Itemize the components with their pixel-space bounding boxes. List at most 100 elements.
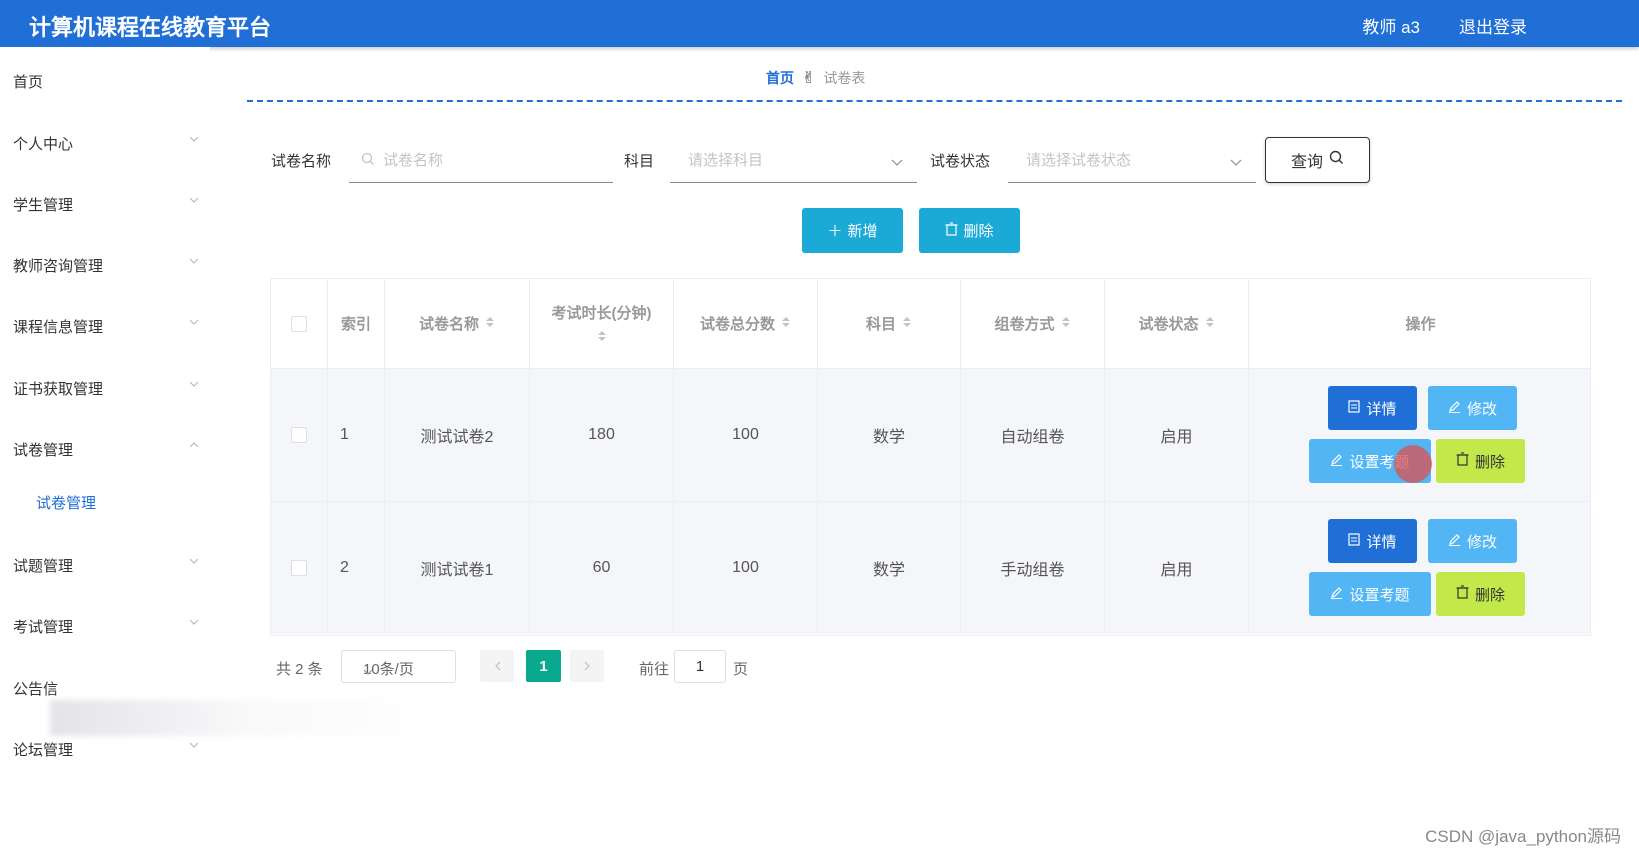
sidebar-item-label: 证书获取管理 bbox=[13, 381, 104, 398]
sort-icon bbox=[1205, 315, 1215, 332]
cell-total: 100 bbox=[674, 502, 818, 634]
page-suffix: 页 bbox=[733, 661, 749, 678]
sidebar-item-label: 教师咨询管理 bbox=[13, 258, 104, 275]
sidebar-item-exam-papers[interactable]: 试卷管理 bbox=[13, 433, 198, 463]
edit-button[interactable]: 修改 bbox=[1428, 386, 1517, 430]
sidebar-item-label: 学生管理 bbox=[13, 197, 74, 214]
sidebar-item-label: 课程信息管理 bbox=[13, 319, 104, 336]
edit-label: 修改 bbox=[1466, 400, 1497, 418]
select-all-checkbox[interactable] bbox=[291, 315, 307, 332]
submenu-item-exam-papers[interactable]: 试卷管理 bbox=[36, 492, 96, 513]
chevron-up-icon bbox=[190, 441, 198, 449]
sidebar-item-label: 考试管理 bbox=[13, 619, 74, 636]
cell-ops: 详情 修改 设置考题 删除 bbox=[1249, 502, 1592, 634]
header-label: 科目 bbox=[865, 316, 896, 333]
header-ops: 操作 bbox=[1405, 316, 1436, 333]
current-page[interactable]: 1 bbox=[526, 650, 561, 682]
header-name[interactable]: 试卷名称 bbox=[385, 279, 530, 368]
header-total[interactable]: 试卷总分数 bbox=[674, 279, 818, 368]
breadcrumb-home[interactable]: 首页 bbox=[766, 68, 794, 88]
chevron-down-icon bbox=[190, 318, 198, 326]
status-placeholder: 请选择试卷状态 bbox=[1026, 152, 1132, 169]
chevron-left-icon bbox=[494, 658, 501, 675]
cell-duration: 180 bbox=[530, 369, 674, 501]
chevron-down-icon bbox=[190, 618, 198, 626]
table-row: 2 测试试卷1 60 100 数学 手动组卷 启用 详情 修改 设置考题 删除 bbox=[271, 501, 1590, 634]
app-title: 计算机课程在线教育平台 bbox=[29, 15, 272, 40]
cell-index: 2 bbox=[328, 502, 385, 634]
cell-index: 1 bbox=[328, 369, 385, 501]
document-icon bbox=[1348, 532, 1361, 550]
cell-name: 测试试卷2 bbox=[385, 369, 530, 501]
sidebar-item-home[interactable]: 首页 bbox=[13, 65, 198, 95]
paper-name-input[interactable]: 试卷名称 bbox=[349, 136, 613, 183]
detail-button[interactable]: 详情 bbox=[1328, 386, 1417, 430]
batch-delete-button[interactable]: 删除 bbox=[919, 208, 1020, 253]
search-icon bbox=[361, 152, 375, 171]
sidebar-item-forum[interactable]: 论坛管理 bbox=[13, 733, 198, 763]
chevron-down-icon bbox=[190, 380, 198, 388]
sidebar-item-announcements[interactable]: 公告信 bbox=[13, 672, 198, 702]
cell-total: 100 bbox=[674, 369, 818, 501]
page-size-select[interactable]: 10条/页 bbox=[341, 650, 456, 683]
chevron-down-icon bbox=[190, 557, 198, 565]
add-button[interactable]: ＋ 新增 bbox=[802, 208, 903, 253]
sidebar-item-personal-center[interactable]: 个人中心 bbox=[13, 127, 198, 157]
trash-icon bbox=[1456, 585, 1469, 603]
header-label: 组卷方式 bbox=[994, 316, 1055, 333]
sidebar-item-questions[interactable]: 试题管理 bbox=[13, 549, 198, 579]
select-all-cell bbox=[271, 279, 328, 368]
table-row: 1 测试试卷2 180 100 数学 自动组卷 启用 详情 修改 设置考题 删除 bbox=[271, 368, 1590, 501]
header-label: 考试时长(分钟) bbox=[551, 304, 652, 322]
breadcrumb-current: 试卷表 bbox=[823, 70, 866, 86]
watermark: CSDN @java_python源码 bbox=[1425, 827, 1621, 846]
sidebar-item-students[interactable]: 学生管理 bbox=[13, 188, 198, 218]
chevron-down-icon bbox=[190, 196, 198, 204]
click-indicator bbox=[1394, 445, 1432, 483]
set-questions-button[interactable]: 设置考题 bbox=[1309, 572, 1431, 616]
total-count: 共 2 条 bbox=[276, 661, 323, 678]
divider bbox=[247, 100, 1622, 102]
delete-label: 删除 bbox=[963, 223, 994, 240]
delete-button[interactable]: 删除 bbox=[1436, 572, 1525, 616]
sort-icon bbox=[485, 315, 495, 332]
trash-icon bbox=[1456, 452, 1469, 470]
row-checkbox[interactable] bbox=[291, 427, 307, 443]
query-button[interactable]: 查询 bbox=[1265, 137, 1370, 183]
header-status[interactable]: 试卷状态 bbox=[1105, 279, 1249, 368]
subject-select[interactable]: 请选择科目 bbox=[670, 136, 917, 183]
prev-page-button[interactable] bbox=[480, 650, 514, 682]
chevron-down-icon bbox=[1230, 154, 1242, 172]
chevron-down-icon bbox=[190, 257, 198, 265]
pencil-icon bbox=[1330, 586, 1343, 603]
table-header: 索引 试卷名称 考试时长(分钟) 试卷总分数 科目 组卷方式 试卷状态 操作 bbox=[271, 279, 1590, 368]
sidebar-item-teacher-consult[interactable]: 教师咨询管理 bbox=[13, 249, 198, 279]
sidebar-item-label: 公告信 bbox=[13, 681, 59, 698]
hand-icon: ✌ bbox=[802, 70, 816, 87]
pencil-icon bbox=[1330, 453, 1343, 470]
cell-subject: 数学 bbox=[818, 369, 961, 501]
sidebar-item-courses[interactable]: 课程信息管理 bbox=[13, 310, 198, 340]
sidebar-item-label: 试题管理 bbox=[13, 558, 74, 575]
sidebar-item-label: 试卷管理 bbox=[13, 442, 74, 459]
delete-label: 删除 bbox=[1474, 586, 1505, 604]
status-select[interactable]: 请选择试卷状态 bbox=[1008, 136, 1256, 183]
header-duration[interactable]: 考试时长(分钟) bbox=[530, 279, 674, 368]
header-label: 试卷名称 bbox=[418, 316, 479, 333]
sort-icon bbox=[1061, 315, 1071, 332]
pencil-icon bbox=[1448, 400, 1461, 417]
sidebar-item-exams[interactable]: 考试管理 bbox=[13, 610, 198, 640]
detail-button[interactable]: 详情 bbox=[1328, 519, 1417, 563]
row-checkbox[interactable] bbox=[291, 560, 307, 576]
edit-button[interactable]: 修改 bbox=[1428, 519, 1517, 563]
next-page-button[interactable] bbox=[570, 650, 604, 682]
status-label: 试卷状态 bbox=[930, 153, 991, 170]
row-select-cell bbox=[271, 502, 328, 634]
header-subject[interactable]: 科目 bbox=[818, 279, 961, 368]
goto-page-input[interactable] bbox=[674, 650, 726, 683]
sidebar-item-certificates[interactable]: 证书获取管理 bbox=[13, 372, 198, 402]
header-method[interactable]: 组卷方式 bbox=[961, 279, 1105, 368]
delete-button[interactable]: 删除 bbox=[1436, 439, 1525, 483]
detail-label: 详情 bbox=[1366, 400, 1397, 418]
logout-link[interactable]: 退出登录 bbox=[1459, 13, 1527, 38]
